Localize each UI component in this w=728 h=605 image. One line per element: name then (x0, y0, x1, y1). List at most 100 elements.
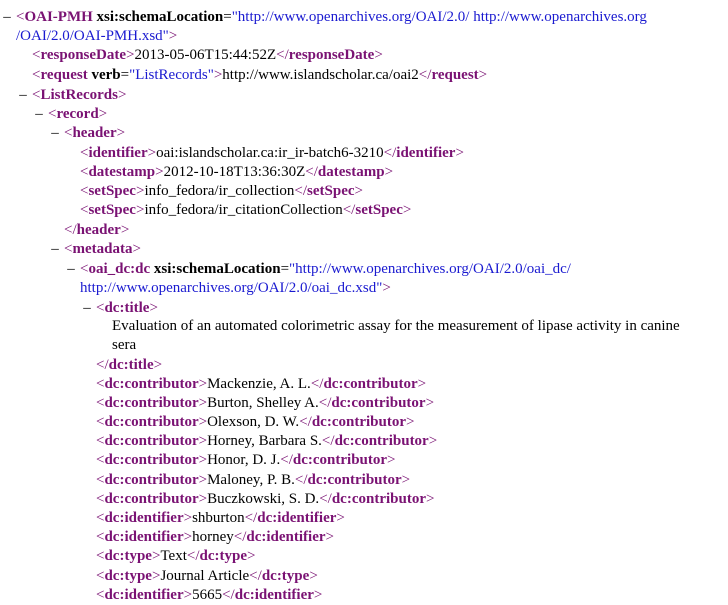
attribute-name: xsi:schemaLocation (92, 9, 224, 25)
tag-name: dc:contributor (331, 491, 426, 507)
tag-bracket: > (153, 357, 163, 373)
xml-line: <dc:contributor>Buczkowski, S. D.</dc:co… (96, 490, 434, 509)
tag-name: dc:identifier (104, 510, 184, 526)
tag-bracket: </ (319, 491, 332, 507)
text-content: horney (192, 529, 234, 545)
tag-bracket: > (116, 125, 126, 141)
xml-line: <dc:identifier>shburton</dc:identifier> (96, 509, 345, 528)
collapse-toggle[interactable]: – (0, 8, 14, 27)
tag-bracket: </ (276, 47, 289, 63)
tag-bracket: </ (294, 183, 308, 199)
text-content: 2013-05-06T15:44:52Z (134, 47, 277, 63)
tag-name: header (76, 222, 121, 238)
xml-line: <dc:contributor>Horney, Barbara S.</dc:c… (96, 432, 437, 451)
tag-bracket: > (155, 164, 164, 180)
attribute-name: xsi:schemaLocation (150, 261, 281, 277)
tag-bracket: > (132, 241, 141, 257)
collapse-toggle[interactable]: – (64, 260, 78, 279)
tag-bracket: > (425, 395, 435, 411)
tag-name: dc:contributor (334, 433, 429, 449)
text-content: Mackenzie, A. L. (207, 376, 311, 392)
tag-name: dc:title (108, 357, 154, 373)
collapse-toggle[interactable]: – (32, 105, 46, 124)
tag-name: dc:contributor (331, 395, 426, 411)
tag-bracket: </ (294, 472, 308, 488)
tag-bracket: </ (321, 433, 335, 449)
tag-bracket: </ (418, 67, 432, 83)
tag-bracket: > (120, 222, 130, 238)
xml-line: <responseDate>2013-05-06T15:44:52Z</resp… (32, 46, 383, 65)
tag-name: dc:contributor (104, 433, 199, 449)
tag-name: setSpec (355, 202, 403, 218)
tag-bracket: > (98, 106, 108, 122)
tag-name: dc:contributor (292, 452, 388, 468)
text-content: 2012-10-18T13:36:30Z (163, 164, 306, 180)
text-content: Maloney, P. B. (207, 472, 295, 488)
xml-line: </header> (64, 221, 129, 240)
tag-bracket: </ (383, 145, 397, 161)
tag-bracket: > (309, 568, 318, 584)
tag-name: dc:contributor (104, 491, 199, 507)
tag-name: OAI-PMH (24, 9, 93, 25)
tag-bracket: > (183, 529, 193, 545)
tag-name: ListRecords (40, 87, 118, 103)
tag-bracket: > (455, 145, 464, 161)
tag-name: dc:contributor (104, 376, 199, 392)
attribute-name: verb (87, 67, 121, 83)
collapse-toggle[interactable]: – (80, 299, 94, 318)
tag-name: setSpec (307, 183, 355, 199)
text-content: info_fedora/ir_collection (144, 183, 295, 199)
text-content: http://www.islandscholar.ca/oai2 (222, 67, 419, 83)
xml-line: <dc:type>Journal Article</dc:type> (96, 567, 318, 586)
tag-name: request (40, 67, 88, 83)
text-content: Horney, Barbara S. (207, 433, 322, 449)
tag-bracket: > (428, 433, 438, 449)
collapse-toggle[interactable]: – (48, 240, 62, 259)
attribute-value: "ListRecords" (129, 67, 214, 83)
xml-line: <dc:identifier>horney</dc:identifier> (96, 528, 334, 547)
tag-name: dc:contributor (104, 395, 199, 411)
text-content: sera (112, 337, 137, 353)
xml-line: <datestamp>2012-10-18T13:36:30Z</datesta… (80, 163, 393, 182)
text-content: Buczkowski, S. D. (207, 491, 320, 507)
tag-name: identifier (396, 145, 456, 161)
tag-name: responseDate (288, 47, 375, 63)
text-content: Journal Article (160, 568, 250, 584)
text-content: Olexson, D. W. (207, 414, 300, 430)
attribute-value: /OAI/2.0/OAI-PMH.xsd" (16, 28, 169, 44)
tag-name: datestamp (88, 164, 156, 180)
tag-name: dc:identifier (104, 529, 184, 545)
tag-name: dc:contributor (104, 472, 199, 488)
tag-bracket: > (384, 164, 394, 180)
attribute-value: "http://www.openarchives.org/OAI/2.0/oai… (289, 261, 571, 277)
tag-name: dc:contributor (323, 376, 418, 392)
xml-line: /OAI/2.0/OAI-PMH.xsd"> (16, 27, 177, 46)
text-content: = (223, 9, 232, 25)
text-content: info_fedora/ir_citationCollection (144, 202, 343, 218)
tag-bracket: > (198, 395, 208, 411)
tag-bracket: </ (299, 414, 312, 430)
tag-name: dc:contributor (307, 472, 402, 488)
collapse-toggle[interactable]: – (16, 86, 30, 105)
attribute-value: "http://www.openarchives.org/OAI/2.0/ ht… (231, 9, 647, 25)
tag-name: dc:title (104, 300, 150, 316)
tag-bracket: > (405, 414, 415, 430)
collapse-toggle[interactable]: – (48, 124, 62, 143)
tag-bracket: </ (186, 548, 200, 564)
xml-line: <dc:identifier>5665</dc:identifier> (96, 586, 322, 605)
tag-bracket: </ (280, 452, 293, 468)
text-content: Burton, Shelley A. (207, 395, 319, 411)
tag-bracket: > (417, 376, 427, 392)
tag-bracket: > (198, 376, 208, 392)
tag-name: metadata (72, 241, 133, 257)
tag-name: dc:contributor (104, 414, 199, 430)
tag-bracket: > (325, 529, 335, 545)
tag-bracket: </ (64, 222, 77, 238)
xml-line: <header> (64, 124, 125, 143)
tag-name: responseDate (40, 47, 127, 63)
tag-bracket: </ (96, 357, 109, 373)
tag-name: dc:contributor (311, 414, 406, 430)
tag-name: setSpec (88, 202, 136, 218)
text-content: Text (160, 548, 187, 564)
xml-line: http://www.openarchives.org/OAI/2.0/oai_… (80, 279, 391, 298)
